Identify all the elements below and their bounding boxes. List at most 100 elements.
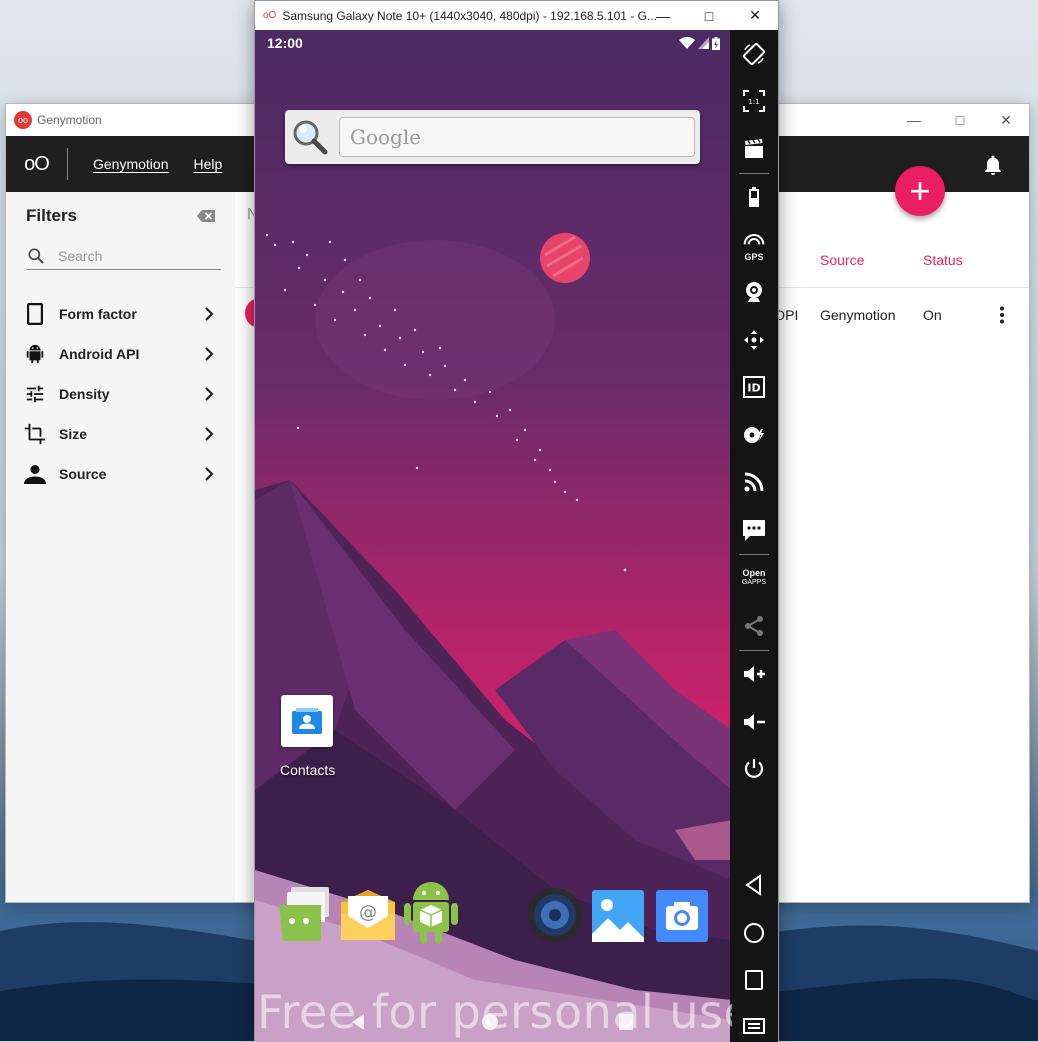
- minimize-button[interactable]: —: [891, 104, 937, 136]
- back-nav-icon[interactable]: [350, 1013, 366, 1031]
- contacts-label[interactable]: Contacts: [280, 762, 335, 778]
- chevron-right-icon: [205, 387, 214, 401]
- contacts-icon: [292, 708, 322, 734]
- rotate-icon: [743, 42, 765, 65]
- device-id-button[interactable]: ID: [730, 364, 778, 412]
- remote-control-button[interactable]: [730, 316, 778, 364]
- magnifier-icon: [293, 120, 328, 155]
- column-header-status[interactable]: Status: [923, 252, 963, 268]
- add-device-button[interactable]: +: [895, 166, 945, 216]
- webcam-icon: [746, 282, 762, 303]
- search-icon: [28, 248, 44, 264]
- recents-icon: [745, 970, 763, 991]
- gallery-app-icon[interactable]: [592, 890, 644, 942]
- network-icon: [744, 472, 764, 492]
- cell-source: Genymotion: [820, 307, 896, 323]
- volume-down-button[interactable]: [730, 698, 778, 746]
- contacts-app-icon[interactable]: [281, 695, 333, 747]
- menu-genymotion[interactable]: Genymotion: [93, 156, 168, 172]
- volume-up-button[interactable]: [730, 651, 778, 699]
- search-field[interactable]: [26, 242, 221, 270]
- webcam-button[interactable]: [730, 269, 778, 317]
- filter-source[interactable]: Source: [6, 454, 235, 494]
- cell-status: On: [923, 307, 942, 323]
- emulator-toolbar: 1:1 GPS ID Open GAPPS: [730, 30, 778, 1042]
- minimize-button[interactable]: —: [640, 1, 686, 30]
- share-button[interactable]: [730, 602, 778, 650]
- person-icon: [24, 465, 46, 484]
- disk-io-button[interactable]: [730, 411, 778, 459]
- sms-icon: [743, 519, 765, 541]
- music-app-icon[interactable]: [527, 887, 583, 943]
- close-button[interactable]: ✕: [983, 104, 1029, 136]
- filters-title: Filters: [26, 206, 78, 225]
- filter-label: Form factor: [59, 306, 137, 322]
- filter-android-api[interactable]: Android API: [6, 334, 235, 374]
- home-nav-icon[interactable]: [481, 1013, 499, 1031]
- chevron-right-icon: [205, 427, 214, 441]
- back-icon: [745, 874, 761, 897]
- filter-label: Android API: [59, 346, 140, 362]
- open-gapps-button[interactable]: Open GAPPS: [730, 555, 778, 603]
- camera-app-icon[interactable]: [656, 890, 708, 942]
- back-button[interactable]: [730, 862, 778, 910]
- column-header-source[interactable]: Source: [820, 252, 864, 268]
- volume-up-icon: [744, 666, 765, 683]
- rotate-button[interactable]: [730, 30, 778, 78]
- window-title: Genymotion: [37, 113, 102, 127]
- bell-icon[interactable]: [981, 153, 1005, 177]
- email-app-icon[interactable]: @: [339, 888, 397, 942]
- sms-button[interactable]: [730, 506, 778, 554]
- gps-icon: GPS: [742, 227, 766, 262]
- recents-nav-icon[interactable]: [618, 1013, 634, 1031]
- status-time: 12:00: [267, 35, 303, 51]
- capture-icon: [745, 138, 763, 158]
- search-input[interactable]: [58, 247, 208, 264]
- wifi-icon: [679, 37, 695, 49]
- filter-density[interactable]: Density: [6, 374, 235, 414]
- phone-icon: [27, 303, 43, 325]
- google-search-widget[interactable]: Google: [285, 110, 700, 164]
- filter-label: Size: [59, 426, 88, 442]
- battery-status-icon: [712, 36, 720, 50]
- chevron-right-icon: [205, 307, 214, 321]
- recents-button[interactable]: [730, 957, 778, 1005]
- disk-io-icon: [744, 426, 764, 443]
- gps-button[interactable]: GPS: [730, 221, 778, 269]
- device-id-icon: ID: [743, 376, 765, 399]
- clear-filters-icon[interactable]: [197, 210, 215, 222]
- battery-button[interactable]: [730, 174, 778, 222]
- messaging-app-icon[interactable]: [275, 885, 333, 945]
- android-icon: [26, 343, 44, 364]
- home-button[interactable]: [730, 909, 778, 957]
- filter-label: Source: [59, 466, 107, 482]
- android-app-icon[interactable]: [402, 882, 460, 946]
- power-button[interactable]: [730, 746, 778, 794]
- chevron-right-icon: [205, 467, 214, 481]
- menu-button[interactable]: [730, 1004, 778, 1042]
- network-button[interactable]: [730, 459, 778, 507]
- filters-sidebar: Filters Form factor Android API Density: [6, 192, 235, 902]
- capture-button[interactable]: [730, 125, 778, 173]
- volume-down-icon: [744, 713, 765, 730]
- menu-icon: [743, 1018, 765, 1034]
- remote-control-icon: [744, 329, 764, 350]
- maximize-button[interactable]: □: [686, 1, 732, 30]
- filter-form-factor[interactable]: Form factor: [6, 294, 235, 334]
- maximize-button[interactable]: □: [937, 104, 983, 136]
- home-icon: [744, 922, 764, 943]
- more-options-icon[interactable]: [999, 306, 1005, 324]
- genymotion-logo[interactable]: oO: [6, 148, 68, 180]
- close-button[interactable]: ✕: [732, 1, 778, 30]
- filter-label: Density: [59, 386, 110, 402]
- emulator-title: Samsung Galaxy Note 10+ (1440x3040, 480d…: [282, 8, 657, 23]
- filter-size[interactable]: Size: [6, 414, 235, 454]
- svg-text:@: @: [359, 902, 377, 923]
- crop-icon: [24, 423, 46, 445]
- android-screen[interactable]: 12:00 Google Contacts @ Free for persona…: [255, 30, 732, 1042]
- menu-help[interactable]: Help: [193, 156, 222, 172]
- pixel-perfect-button[interactable]: 1:1: [730, 78, 778, 126]
- emulator-titlebar: oO Samsung Galaxy Note 10+ (1440x3040, 4…: [255, 1, 778, 30]
- battery-icon: [749, 187, 759, 208]
- power-icon: [744, 759, 764, 779]
